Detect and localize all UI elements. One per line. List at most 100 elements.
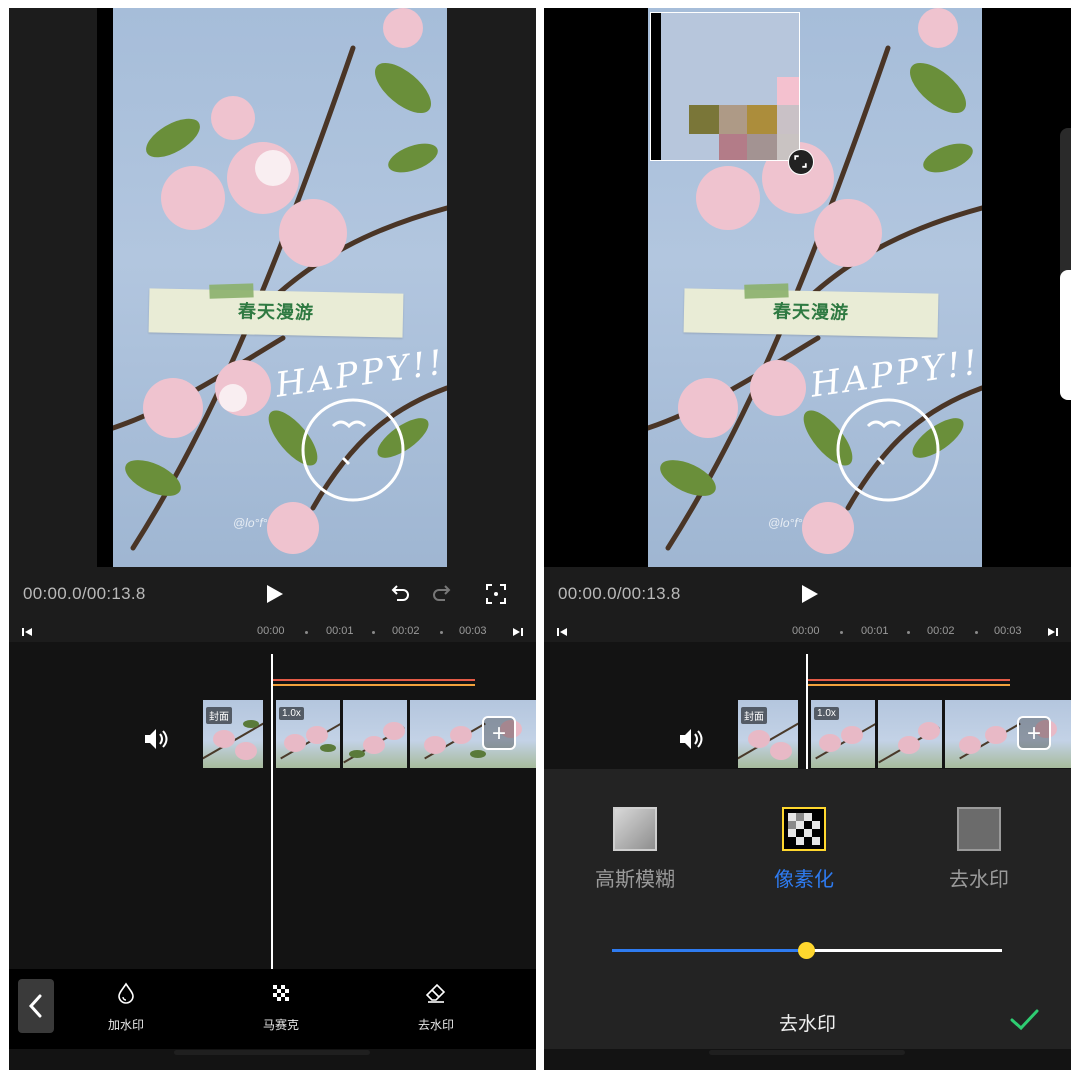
ruler-dot bbox=[840, 631, 843, 634]
bottom-toolbar: 加水印 马赛克 去水印 bbox=[9, 969, 536, 1049]
banner-text: 春天漫游 bbox=[772, 301, 850, 324]
ruler-tick: 00:02 bbox=[927, 625, 955, 637]
back-button[interactable] bbox=[18, 979, 54, 1033]
clip-thumbnail[interactable] bbox=[410, 700, 536, 768]
ruler-tick: 00:03 bbox=[459, 625, 487, 637]
video-preview[interactable]: 春天漫游 HAPPY!! @lo°f° bbox=[9, 8, 536, 567]
playhead[interactable] bbox=[271, 654, 273, 970]
time-ruler[interactable]: 00:00 00:01 00:02 00:03 bbox=[9, 622, 536, 642]
option-pixelate[interactable]: 像素化 bbox=[749, 807, 859, 892]
effect-track-red[interactable] bbox=[808, 679, 1010, 681]
skip-start-icon[interactable] bbox=[556, 626, 568, 638]
preview-photo: 春天漫游 HAPPY!! @lo°f° bbox=[113, 8, 447, 567]
slider-filled-track[interactable] bbox=[612, 949, 807, 952]
mosaic-cell bbox=[719, 134, 747, 160]
effect-track-orange[interactable] bbox=[273, 684, 475, 686]
timecode: 00:00.0/00:13.8 bbox=[23, 584, 146, 603]
mosaic-icon bbox=[273, 985, 289, 1001]
play-icon[interactable] bbox=[798, 583, 820, 605]
option-gaussian-blur[interactable]: 高斯模糊 bbox=[580, 807, 690, 892]
side-tab-highlight[interactable] bbox=[1060, 270, 1071, 400]
speed-label: 1.0x bbox=[814, 707, 839, 720]
effect-track-red[interactable] bbox=[273, 679, 475, 681]
home-indicator[interactable] bbox=[174, 1050, 370, 1055]
tool-label: 马赛克 bbox=[262, 1018, 299, 1032]
chevron-left-icon bbox=[28, 994, 42, 1018]
letterbox-right bbox=[982, 8, 1071, 567]
redo-icon[interactable] bbox=[431, 583, 453, 605]
mosaic-letterbox bbox=[651, 13, 661, 160]
letterbox bbox=[544, 8, 648, 567]
skip-end-icon[interactable] bbox=[512, 626, 524, 638]
eraser-icon bbox=[425, 983, 446, 1003]
timecode: 00:00.0/00:13.8 bbox=[558, 584, 681, 603]
time-ruler[interactable]: 00:00 00:01 00:02 00:03 bbox=[544, 622, 1071, 642]
option-label: 高斯模糊 bbox=[595, 869, 675, 891]
clip-thumbnail[interactable] bbox=[343, 700, 407, 768]
ruler-dot bbox=[440, 631, 443, 634]
play-icon[interactable] bbox=[263, 583, 285, 605]
title-banner-sticker[interactable]: 春天漫游 bbox=[683, 283, 939, 338]
timeline[interactable]: 封面 1.0x + bbox=[9, 642, 536, 970]
cover-label: 封面 bbox=[741, 707, 767, 724]
blossom-illustration bbox=[113, 8, 447, 554]
resize-icon bbox=[794, 155, 807, 168]
clip-thumbnail[interactable] bbox=[945, 700, 1071, 768]
mosaic-cell bbox=[689, 105, 719, 134]
ruler-dot bbox=[975, 631, 978, 634]
remove-watermark-swatch-icon bbox=[957, 807, 1001, 851]
home-indicator[interactable] bbox=[709, 1050, 905, 1055]
playback-controls: 00:00.0/00:13.8 bbox=[544, 567, 1071, 622]
resize-handle[interactable] bbox=[788, 149, 814, 175]
fullscreen-icon[interactable] bbox=[485, 583, 507, 605]
blur-swatch-icon bbox=[613, 807, 657, 851]
ruler-tick: 00:02 bbox=[392, 625, 420, 637]
mosaic-cell bbox=[777, 77, 799, 105]
clip-thumbnail[interactable]: 1.0x bbox=[276, 700, 340, 768]
ruler-dot bbox=[907, 631, 910, 634]
left-screen: 春天漫游 HAPPY!! @lo°f° 00:00.0/00:13.8 00:0… bbox=[9, 8, 536, 1070]
slider-knob[interactable] bbox=[798, 942, 815, 959]
effect-track-orange[interactable] bbox=[808, 684, 1010, 686]
banner-text: 春天漫游 bbox=[237, 301, 315, 324]
cover-thumbnail[interactable]: 封面 bbox=[738, 700, 798, 768]
slider-remaining-track[interactable] bbox=[807, 949, 1002, 952]
undo-icon[interactable] bbox=[389, 583, 411, 605]
letterbox bbox=[97, 8, 113, 567]
remove-watermark-tool[interactable]: 去水印 bbox=[396, 981, 476, 1033]
checker-icon bbox=[788, 813, 820, 845]
video-preview[interactable]: 春天漫游 HAPPY!! @lo°f° bbox=[544, 8, 1071, 567]
add-clip-button[interactable]: + bbox=[1017, 716, 1051, 750]
pixelate-swatch-icon bbox=[782, 807, 826, 851]
signature-watermark: @lo°f° bbox=[233, 516, 268, 530]
add-watermark-tool[interactable]: 加水印 bbox=[86, 981, 166, 1033]
mosaic-cell bbox=[719, 105, 747, 134]
mosaic-cell bbox=[747, 134, 777, 160]
mosaic-tool[interactable]: 马赛克 bbox=[241, 981, 321, 1033]
clip-thumbnail[interactable]: 1.0x bbox=[811, 700, 875, 768]
cover-label: 封面 bbox=[206, 707, 232, 724]
ruler-dot bbox=[372, 631, 375, 634]
option-label: 像素化 bbox=[774, 869, 834, 891]
playhead[interactable] bbox=[806, 654, 808, 769]
ruler-tick: 00:03 bbox=[994, 625, 1022, 637]
mosaic-cell bbox=[747, 105, 777, 134]
speaker-icon[interactable] bbox=[143, 726, 171, 752]
skip-start-icon[interactable] bbox=[21, 626, 33, 638]
ruler-tick: 00:01 bbox=[861, 625, 889, 637]
cover-thumbnail[interactable]: 封面 bbox=[203, 700, 263, 768]
checkmark-icon[interactable] bbox=[1009, 1005, 1039, 1035]
tool-label: 加水印 bbox=[107, 1018, 144, 1032]
timeline[interactable]: 封面 1.0x + bbox=[544, 642, 1071, 769]
ruler-tick: 00:00 bbox=[792, 625, 820, 637]
speaker-icon[interactable] bbox=[678, 726, 706, 752]
skip-end-icon[interactable] bbox=[1047, 626, 1059, 638]
option-label: 去水印 bbox=[949, 869, 1009, 891]
clip-thumbnail[interactable] bbox=[878, 700, 942, 768]
title-banner-sticker[interactable]: 春天漫游 bbox=[148, 283, 404, 338]
sheet-title: 去水印 bbox=[778, 1014, 836, 1035]
tool-label: 去水印 bbox=[417, 1018, 454, 1032]
option-remove-watermark[interactable]: 去水印 bbox=[924, 807, 1034, 892]
add-clip-button[interactable]: + bbox=[482, 716, 516, 750]
mosaic-selection-box[interactable] bbox=[650, 12, 800, 161]
